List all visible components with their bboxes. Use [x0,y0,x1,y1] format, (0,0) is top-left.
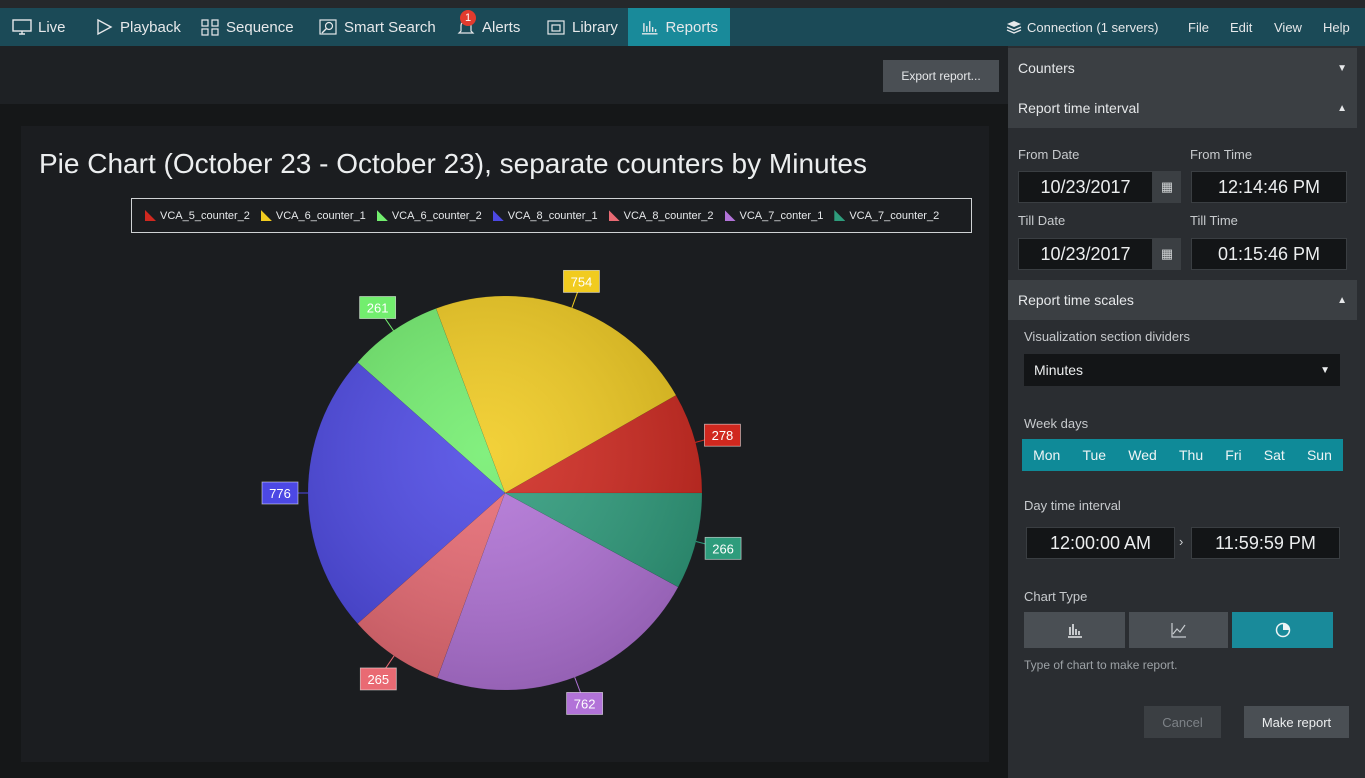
week-days-label: Week days [1024,416,1089,431]
day-time-end-input[interactable]: 11:59:59 PM [1191,527,1340,559]
day-time-start-input[interactable]: 12:00:00 AM [1026,527,1175,559]
day-time-interval-label: Day time interval [1024,498,1121,513]
line-chart-icon [1170,623,1186,638]
data-label: 278 [712,428,734,443]
caret-down-icon: ▼ [1337,62,1347,74]
data-label: 776 [269,486,291,501]
counters-section-header[interactable]: Counters ▼ [1008,48,1357,88]
caret-up-icon: ▲ [1337,294,1347,306]
data-label: 261 [367,301,389,316]
connection-label: Connection (1 servers) [1027,19,1159,35]
visualization-dividers-value: Minutes [1034,362,1084,378]
from-time-label: From Time [1190,147,1253,162]
menu-edit[interactable]: Edit [1230,8,1252,46]
data-label: 266 [712,541,734,556]
visualization-dividers-label: Visualization section dividers [1024,329,1190,344]
report-time-interval-header[interactable]: Report time interval ▲ [1008,88,1357,128]
counters-label: Counters [1018,60,1075,76]
make-report-button[interactable]: Make report [1244,706,1349,738]
menu-help[interactable]: Help [1323,8,1350,46]
visualization-dividers-select[interactable]: Minutes ▼ [1024,354,1340,386]
caret-up-icon: ▲ [1337,102,1347,114]
report-time-scales-header[interactable]: Report time scales ▲ [1008,280,1357,320]
chevron-down-icon: ▼ [1320,364,1330,376]
report-time-interval-label: Report time interval [1018,100,1140,116]
weekday-sat[interactable]: Sat [1264,447,1285,463]
chart-type-label: Chart Type [1024,589,1088,604]
pie-chart: 278 754 261 776 265 762 266 [261,269,742,715]
chart-type-line-button[interactable] [1129,612,1228,648]
report-time-scales-label: Report time scales [1018,292,1134,308]
weekday-tue[interactable]: Tue [1082,447,1106,463]
from-date-input[interactable]: 10/23/2017 [1018,171,1153,203]
server-stack-icon [1006,21,1022,34]
weekday-wed[interactable]: Wed [1128,447,1157,463]
connection-menu[interactable]: Connection (1 servers) [1006,8,1159,46]
menu-view[interactable]: View [1274,8,1302,46]
menu-file[interactable]: File [1188,8,1209,46]
data-label: 754 [571,274,593,289]
chevron-right-icon: › [1179,534,1184,549]
calendar-icon[interactable]: ▦ [1153,171,1181,203]
chart-type-pie-button[interactable] [1232,612,1333,648]
calendar-icon[interactable]: ▦ [1153,238,1181,270]
from-time-input[interactable]: 12:14:46 PM [1191,171,1347,203]
data-label: 762 [574,696,596,711]
weekday-mon[interactable]: Mon [1033,447,1060,463]
week-days-selector: Mon Tue Wed Thu Fri Sat Sun [1022,439,1343,471]
chart-type-hint: Type of chart to make report. [1024,658,1178,672]
chart-type-bar-button[interactable] [1024,612,1125,648]
weekday-thu[interactable]: Thu [1179,447,1203,463]
weekday-sun[interactable]: Sun [1307,447,1332,463]
weekday-fri[interactable]: Fri [1225,447,1241,463]
pie-chart-icon [1275,622,1290,638]
bar-chart-icon [1067,624,1082,638]
cancel-button[interactable]: Cancel [1144,706,1221,738]
till-date-label: Till Date [1018,213,1066,228]
till-time-label: Till Time [1190,213,1238,228]
till-time-input[interactable]: 01:15:46 PM [1191,238,1347,270]
from-date-label: From Date [1018,147,1080,162]
data-label: 265 [367,672,389,687]
till-date-input[interactable]: 10/23/2017 [1018,238,1153,270]
